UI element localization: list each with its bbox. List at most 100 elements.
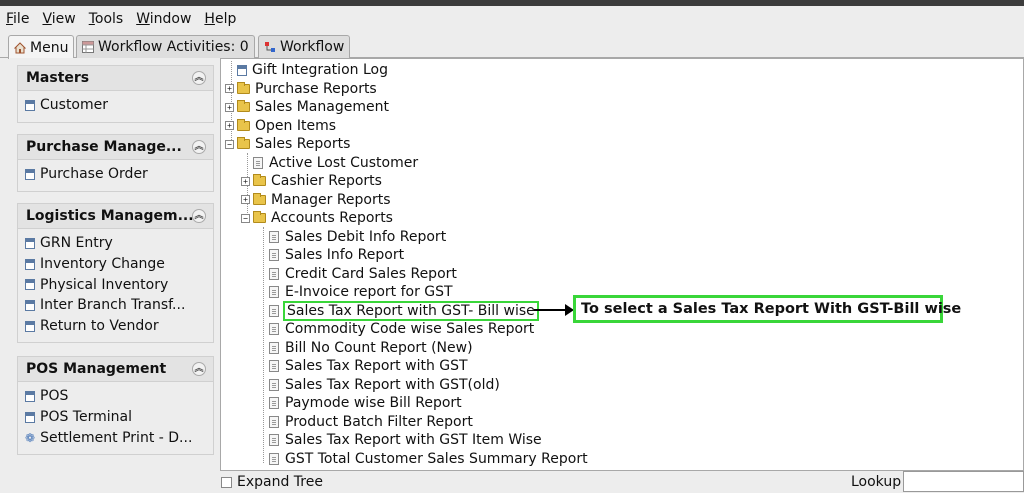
tree-node-sales-tax-report-gst[interactable]: Sales Tax Report with GST xyxy=(269,357,468,375)
expand-icon[interactable]: + xyxy=(225,84,234,93)
section-header[interactable]: Masters ︽ xyxy=(17,65,214,91)
report-icon xyxy=(269,360,279,372)
tree-node-label: Bill No Count Report (New) xyxy=(285,339,473,356)
folder-icon xyxy=(253,192,266,205)
lookup-input[interactable] xyxy=(903,471,1024,492)
tree-node-commodity-code-sales-report[interactable]: Commodity Code wise Sales Report xyxy=(269,320,534,338)
sidebar-item-customer[interactable]: Customer xyxy=(18,95,213,116)
sidebar-item-inter-branch-transfer[interactable]: Inter Branch Transf... xyxy=(18,295,213,316)
expand-icon[interactable]: + xyxy=(225,102,234,112)
sidebar-item-label: Physical Inventory xyxy=(40,276,169,293)
tree-node-e-invoice-report[interactable]: E-Invoice report for GST xyxy=(269,283,453,301)
sidebar-item-grn-entry[interactable]: GRN Entry xyxy=(18,233,213,254)
report-icon xyxy=(253,156,263,169)
tree-node-sales-info-report[interactable]: Sales Info Report xyxy=(269,246,404,264)
folder-icon xyxy=(237,81,250,94)
expand-tree-checkbox[interactable]: Expand Tree xyxy=(221,474,323,490)
sidebar-item-purchase-order[interactable]: Purchase Order xyxy=(18,164,213,185)
tree-node-label: Sales Debit Info Report xyxy=(285,228,447,245)
report-icon xyxy=(269,397,279,409)
tree-node-label: GST Total Customer Sales Summary Report xyxy=(285,450,588,467)
tree-node-label: Sales Management xyxy=(255,99,389,115)
report-icon xyxy=(269,434,279,446)
tree-node-open-items[interactable]: + Open Items xyxy=(225,117,336,135)
open-folder-icon xyxy=(253,211,266,223)
menu-window[interactable]: Window xyxy=(136,11,191,27)
section-title: Purchase Manage... xyxy=(26,139,182,155)
workflow-icon xyxy=(264,41,276,53)
tree-node-label: E-Invoice report for GST xyxy=(285,284,453,300)
sidebar-item-inventory-change[interactable]: Inventory Change xyxy=(18,254,213,275)
collapse-icon[interactable]: ︽ xyxy=(192,140,206,154)
tree-node-bill-no-count-report[interactable]: Bill No Count Report (New) xyxy=(269,339,473,357)
section-body: Purchase Order xyxy=(17,160,214,192)
tree-node-label: Sales Tax Report with GST xyxy=(285,358,468,374)
sidebar-item-label: GRN Entry xyxy=(40,235,113,252)
expand-icon[interactable]: + xyxy=(225,121,234,130)
section-body: POS POS Terminal ❁ Settlement Print - D..… xyxy=(17,382,214,456)
sidebar-item-label: POS xyxy=(40,388,69,405)
sidebar-item-settlement-print[interactable]: ❁ Settlement Print - D... xyxy=(18,427,213,448)
folder-icon xyxy=(237,118,250,131)
doc-icon xyxy=(25,390,35,402)
section-header[interactable]: Logistics Managem... ︽ xyxy=(17,203,214,229)
checkbox-icon[interactable] xyxy=(221,476,232,488)
expand-icon[interactable]: + xyxy=(241,195,250,204)
tree-node-sales-tax-report-gst-bill-wise[interactable]: Sales Tax Report with GST- Bill wise xyxy=(269,300,539,321)
collapse-icon[interactable]: ︽ xyxy=(192,209,206,223)
section-header[interactable]: POS Management ︽ xyxy=(17,356,214,382)
menu-help[interactable]: Help xyxy=(204,11,236,27)
tree-node-label: Sales Reports xyxy=(255,136,351,152)
tree-node-sales-tax-report-gst-old[interactable]: Sales Tax Report with GST(old) xyxy=(269,376,500,394)
report-icon xyxy=(269,267,279,280)
collapse-icon[interactable]: − xyxy=(225,139,234,149)
sidebar-item-physical-inventory[interactable]: Physical Inventory xyxy=(18,274,213,295)
sidebar-item-pos[interactable]: POS xyxy=(18,386,213,407)
tree-node-sales-tax-report-gst-item-wise[interactable]: Sales Tax Report with GST Item Wise xyxy=(269,431,542,449)
menu-tree[interactable]: Gift Integration Log + Purchase Reports … xyxy=(220,58,1024,471)
tree-node-active-lost-customer[interactable]: Active Lost Customer xyxy=(253,154,418,172)
sidebar-item-label: Return to Vendor xyxy=(40,318,159,335)
tree-node-accounts-reports[interactable]: − Accounts Reports xyxy=(241,209,393,227)
tab-menu[interactable]: Menu xyxy=(8,35,75,59)
collapse-icon[interactable]: − xyxy=(241,213,250,223)
doc-icon xyxy=(25,411,35,423)
expand-icon[interactable]: + xyxy=(241,176,250,186)
doc-icon xyxy=(237,64,247,76)
tree-node-gst-total-customer-sales-summary[interactable]: GST Total Customer Sales Summary Report xyxy=(269,450,588,468)
sidebar-item-return-to-vendor[interactable]: Return to Vendor xyxy=(18,316,213,337)
tree-node-label: Sales Tax Report with GST- Bill wise xyxy=(283,300,539,321)
section-title: Logistics Managem... xyxy=(26,208,194,224)
tree-node-credit-card-sales-report[interactable]: Credit Card Sales Report xyxy=(269,265,457,283)
menu-file[interactable]: File xyxy=(6,11,29,27)
tab-workflow-label: Workflow xyxy=(280,39,345,55)
menu-tools[interactable]: Tools xyxy=(89,11,124,27)
sidebar-item-pos-terminal[interactable]: POS Terminal xyxy=(18,407,213,428)
tree-node-purchase-reports[interactable]: + Purchase Reports xyxy=(225,80,377,98)
folder-icon xyxy=(237,100,250,112)
sidebar-section-logistics: Logistics Managem... ︽ GRN Entry Invento… xyxy=(17,203,214,344)
tree-node-cashier-reports[interactable]: + Cashier Reports xyxy=(241,172,382,190)
tree-node-sales-debit-info-report[interactable]: Sales Debit Info Report xyxy=(269,228,446,246)
tree-node-label: Paymode wise Bill Report xyxy=(285,395,462,411)
tree-node-paymode-bill-report[interactable]: Paymode wise Bill Report xyxy=(269,394,462,412)
section-header[interactable]: Purchase Manage... ︽ xyxy=(17,134,214,160)
tab-workflow-activities[interactable]: Workflow Activities: 0 xyxy=(76,35,255,58)
doc-icon xyxy=(25,320,35,332)
tab-menu-label: Menu xyxy=(30,39,69,56)
annotation-callout: To select a Sales Tax Report With GST-Bi… xyxy=(573,295,961,323)
tree-node-label: Sales Tax Report with GST Item Wise xyxy=(285,432,542,448)
tree-node-sales-reports[interactable]: − Sales Reports xyxy=(225,135,350,153)
tree-node-label: Active Lost Customer xyxy=(269,154,419,171)
menu-view[interactable]: View xyxy=(42,11,75,27)
tree-node-product-batch-filter-report[interactable]: Product Batch Filter Report xyxy=(269,413,473,431)
tree-node-sales-management[interactable]: + Sales Management xyxy=(225,98,389,116)
collapse-icon[interactable]: ︽ xyxy=(192,362,206,376)
doc-icon xyxy=(25,258,35,270)
tab-workflow[interactable]: Workflow xyxy=(258,35,351,58)
tree-node-manager-reports[interactable]: + Manager Reports xyxy=(241,191,391,209)
sidebar-section-purchase: Purchase Manage... ︽ Purchase Order xyxy=(17,134,214,192)
tree-node-gift-integration-log[interactable]: Gift Integration Log xyxy=(237,61,388,79)
collapse-icon[interactable]: ︽ xyxy=(192,71,206,85)
tree-node-label: Manager Reports xyxy=(271,191,391,208)
